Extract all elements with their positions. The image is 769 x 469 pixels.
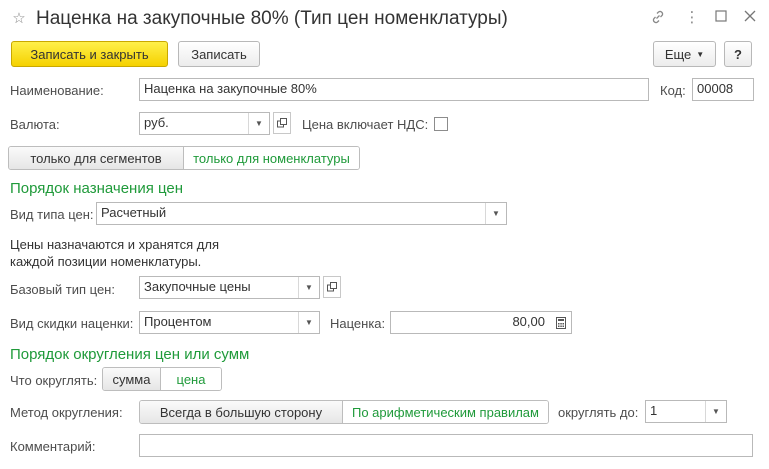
pricing-section-title: Порядок назначения цен — [10, 180, 184, 197]
markup-field[interactable]: 80,00 — [390, 311, 572, 334]
vat-checkbox[interactable] — [434, 117, 448, 131]
round-to-select[interactable]: 1 ▼ — [645, 400, 727, 423]
name-field[interactable]: Наценка на закупочные 80% — [139, 78, 649, 101]
round-to-value: 1 — [650, 403, 658, 418]
more-menu-button[interactable]: Еще ▼ — [653, 41, 716, 67]
comment-label: Комментарий: — [10, 439, 96, 454]
dropdown-icon[interactable]: ▼ — [705, 401, 726, 422]
round-what-toggle[interactable]: сумма цена — [102, 367, 222, 391]
round-method-label: Метод округления: — [10, 405, 123, 420]
currency-select[interactable]: руб. ▼ — [139, 112, 270, 135]
dropdown-icon[interactable]: ▼ — [248, 113, 269, 134]
round-method-toggle[interactable]: Всегда в большую сторону По арифметическ… — [139, 400, 549, 424]
price-type-kind-label: Вид типа цен: — [10, 207, 94, 222]
more-menu-label: Еще — [664, 46, 692, 62]
markup-value: 80,00 — [512, 314, 545, 329]
currency-value: руб. — [144, 115, 169, 130]
base-type-label: Базовый тип цен: — [10, 282, 115, 297]
maximize-icon[interactable] — [712, 9, 730, 27]
pricing-note-line2: каждой позиции номенклатуры. — [10, 254, 202, 269]
close-icon[interactable] — [741, 9, 759, 27]
discount-kind-select[interactable]: Процентом ▼ — [139, 311, 320, 334]
toggle-only-segments[interactable]: только для сегментов — [9, 147, 184, 169]
discount-kind-value: Процентом — [144, 314, 212, 329]
markup-label: Наценка: — [330, 316, 386, 331]
toggle-round-arithmetic[interactable]: По арифметическим правилам — [343, 401, 548, 423]
segment-toggle[interactable]: только для сегментов только для номенкла… — [8, 146, 360, 170]
base-type-value: Закупочные цены — [144, 279, 251, 294]
comment-field[interactable] — [139, 434, 753, 457]
toggle-round-up[interactable]: Всегда в большую сторону — [140, 401, 343, 423]
open-base-type-button[interactable] — [323, 276, 341, 298]
toggle-round-price[interactable]: цена — [161, 368, 221, 390]
vat-label: Цена включает НДС: — [302, 117, 429, 132]
round-to-label: округлять до: — [558, 405, 639, 420]
discount-kind-label: Вид скидки наценки: — [10, 316, 134, 331]
save-button[interactable]: Записать — [178, 41, 260, 67]
save-and-close-button[interactable]: Записать и закрыть — [11, 41, 168, 67]
toggle-round-sum[interactable]: сумма — [103, 368, 161, 390]
help-button[interactable]: ? — [724, 41, 752, 67]
name-label: Наименование: — [10, 83, 104, 98]
dropdown-icon[interactable]: ▼ — [298, 312, 319, 333]
star-icon[interactable]: ☆ — [10, 10, 28, 28]
code-label: Код: — [660, 83, 686, 98]
link-icon[interactable] — [649, 9, 667, 30]
toggle-only-nomenclature[interactable]: только для номенклатуры — [184, 147, 359, 169]
round-what-label: Что округлять: — [10, 373, 98, 388]
currency-label: Валюта: — [10, 117, 60, 132]
more-icon[interactable]: ⋮ — [683, 9, 701, 27]
price-type-kind-select[interactable]: Расчетный ▼ — [96, 202, 507, 225]
rounding-section-title: Порядок округления цен или сумм — [10, 346, 250, 363]
window-title: Наценка на закупочные 80% (Тип цен номен… — [36, 8, 508, 29]
dropdown-icon[interactable]: ▼ — [298, 277, 319, 298]
calculator-icon[interactable] — [551, 312, 571, 333]
open-currency-button[interactable] — [273, 112, 291, 134]
base-type-select[interactable]: Закупочные цены ▼ — [139, 276, 320, 299]
price-type-kind-value: Расчетный — [101, 205, 167, 220]
dropdown-icon[interactable]: ▼ — [485, 203, 506, 224]
pricing-note-line1: Цены назначаются и хранятся для — [10, 237, 219, 252]
chevron-down-icon: ▼ — [696, 49, 705, 59]
code-field[interactable]: 00008 — [692, 78, 754, 101]
